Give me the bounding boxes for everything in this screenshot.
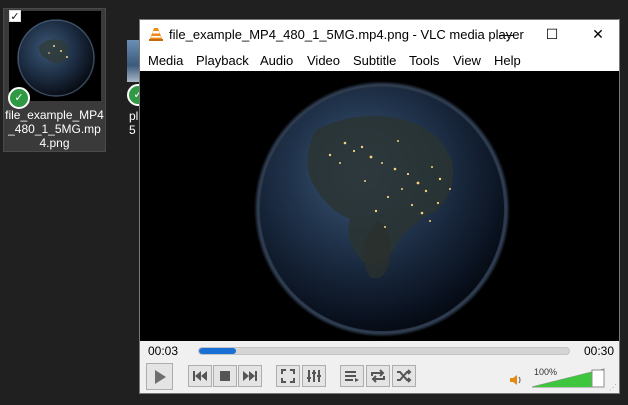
loop-icon [371,369,385,383]
fullscreen-icon [281,369,295,383]
minimize-button[interactable]: — [483,20,529,49]
menu-media[interactable]: Media [148,53,183,68]
extended-settings-button[interactable] [302,365,326,387]
menu-help[interactable]: Help [494,53,521,68]
seek-slider[interactable] [198,347,570,355]
resize-grip[interactable]: ⋰ [609,383,617,392]
menu-bar: Media Playback Audio Video Subtitle Tool… [140,49,619,72]
desktop-file-icon[interactable]: ✓ ✓ file_example_MP4_480_1_5MG.mp4.png [3,8,106,152]
title-bar[interactable]: file_example_MP4_480_1_5MG.mp4.png - VLC… [140,20,619,49]
next-button[interactable] [238,365,262,387]
maximize-button[interactable]: ☐ [529,20,575,49]
previous-button[interactable] [188,365,212,387]
volume-percent: 100% [534,367,558,377]
menu-view[interactable]: View [453,53,481,68]
vlc-window: file_example_MP4_480_1_5MG.mp4.png - VLC… [139,19,620,394]
menu-playback[interactable]: Playback [196,53,249,68]
playlist-button[interactable] [340,365,364,387]
next-icon [243,371,257,381]
desktop-file-label: file_example_MP4_480_1_5MG.mp4.png [5,108,104,150]
window-title: file_example_MP4_480_1_5MG.mp4.png - VLC… [169,27,524,42]
selection-checkbox[interactable]: ✓ [9,10,21,23]
total-time: 00:30 [584,344,615,358]
sync-status-icon: ✓ [8,87,30,109]
vlc-cone-icon [149,28,163,41]
seek-progress [199,348,236,354]
loop-button[interactable] [366,365,390,387]
close-button[interactable]: ✕ [575,20,621,49]
shuffle-button[interactable] [392,365,416,387]
previous-icon [193,371,207,381]
menu-audio[interactable]: Audio [260,53,293,68]
menu-video[interactable]: Video [307,53,340,68]
control-panel: 00:03 00:30 100% ⋰ [140,341,619,393]
playlist-icon [345,371,359,382]
stop-button[interactable] [213,365,237,387]
speaker-icon[interactable] [509,374,523,386]
play-button[interactable] [146,363,173,390]
elapsed-time: 00:03 [148,344,179,358]
earth-video-frame [140,71,619,341]
shuffle-icon [397,369,412,383]
fullscreen-button[interactable] [276,365,300,387]
play-icon [154,369,166,384]
video-area[interactable] [140,71,619,341]
equalizer-icon [307,370,321,382]
desktop-file-label-2: pl 5 [129,109,139,135]
stop-icon [220,371,230,381]
menu-tools[interactable]: Tools [409,53,439,68]
menu-subtitle[interactable]: Subtitle [353,53,396,68]
